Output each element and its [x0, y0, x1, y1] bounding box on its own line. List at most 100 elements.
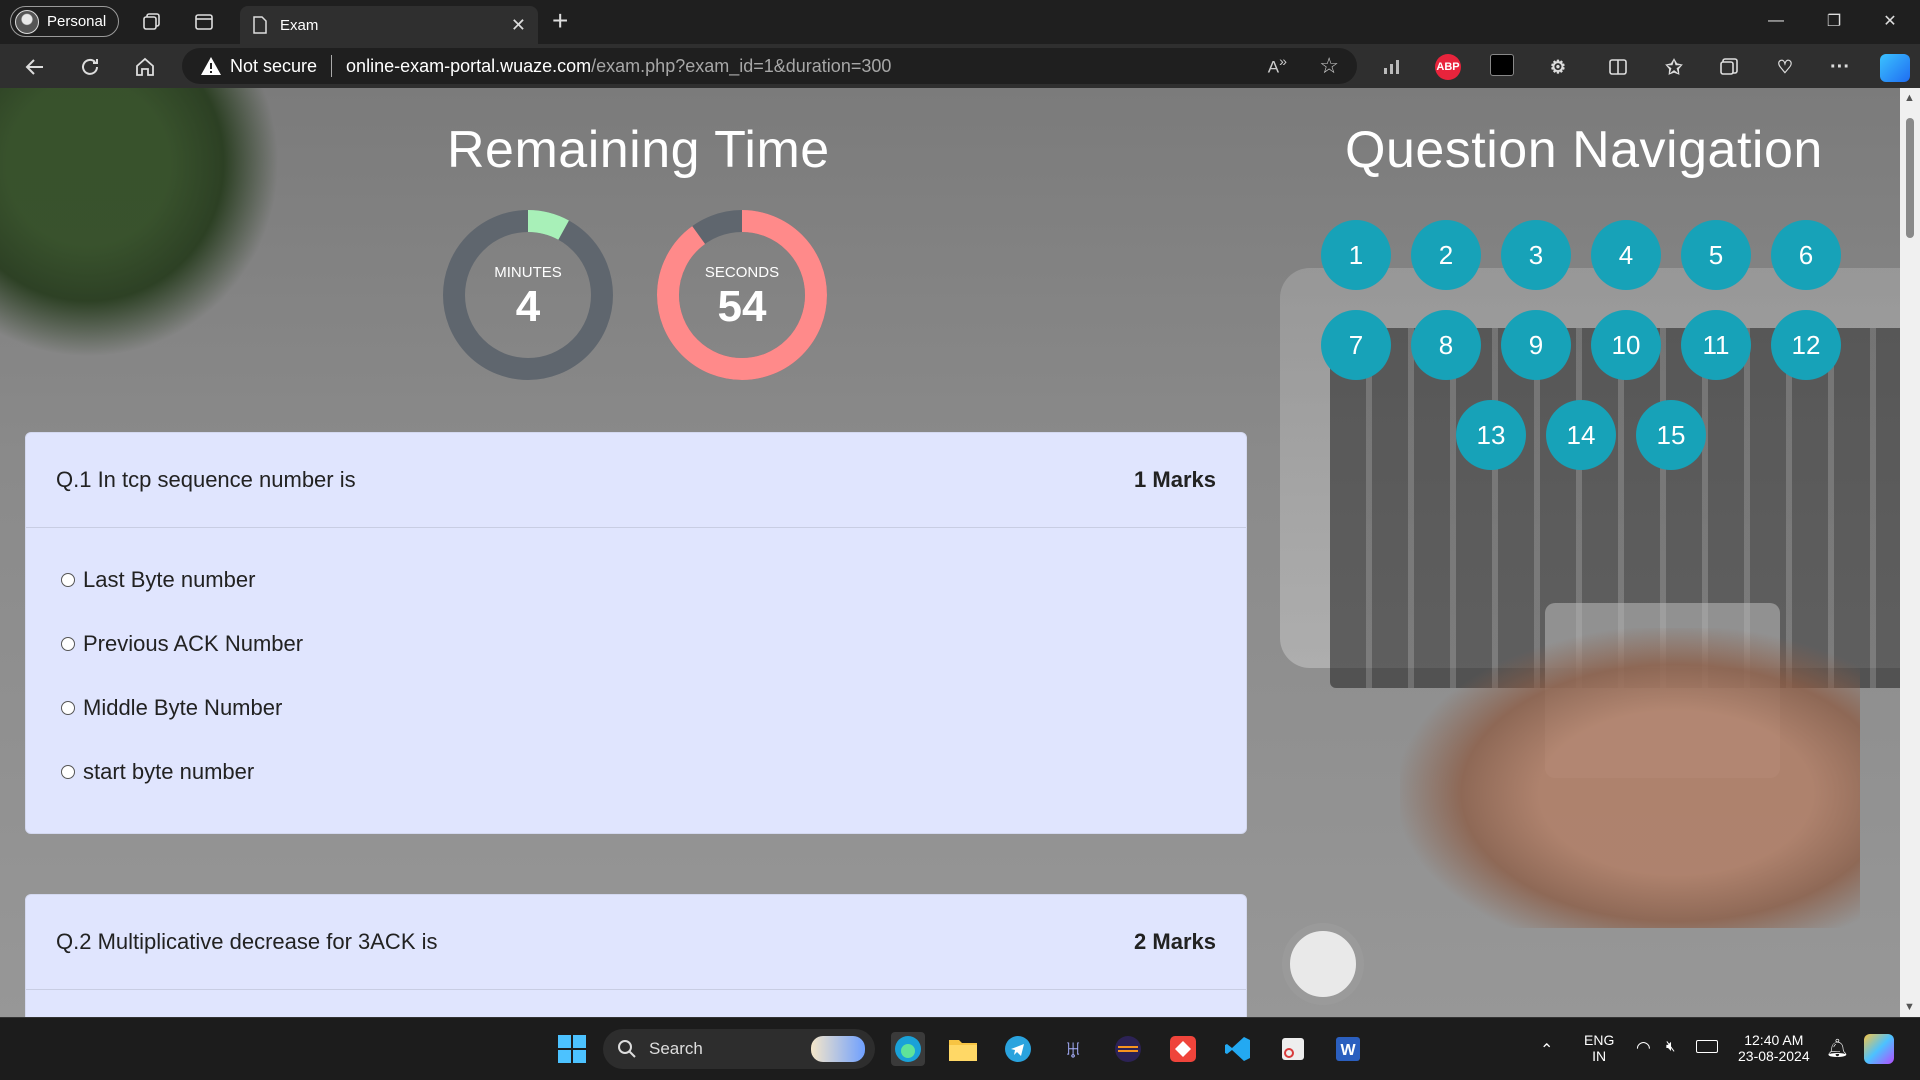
- question-text: Q.2 Multiplicative decrease for 3ACK is: [56, 929, 438, 954]
- radio-button[interactable]: [61, 701, 75, 715]
- question-nav-button-9[interactable]: 9: [1501, 310, 1571, 380]
- question-nav-button-7[interactable]: 7: [1321, 310, 1391, 380]
- close-tab-icon[interactable]: ✕: [511, 15, 526, 36]
- question-marks: 1 Marks: [1134, 467, 1216, 492]
- question-nav-button-5[interactable]: 5: [1681, 220, 1751, 290]
- vscode-icon[interactable]: [1221, 1032, 1255, 1066]
- background-hands: [1400, 628, 1860, 928]
- option-item[interactable]: Middle Byte Number: [26, 676, 1246, 740]
- word-icon[interactable]: W: [1331, 1032, 1365, 1066]
- back-icon[interactable]: [22, 54, 48, 80]
- extension-dark-icon[interactable]: [1490, 54, 1514, 76]
- snipping-tool-icon[interactable]: [1276, 1032, 1310, 1066]
- start-icon[interactable]: [555, 1032, 589, 1066]
- option-label: start byte number: [83, 759, 255, 784]
- page-scrollbar[interactable]: ▲ ▼: [1900, 88, 1920, 1017]
- page-icon: [253, 16, 267, 34]
- edge-icon[interactable]: [891, 1032, 925, 1066]
- clock-time: 12:40 AM: [1744, 1032, 1804, 1048]
- abp-icon[interactable]: ABP: [1435, 54, 1461, 80]
- question-nav-button-12[interactable]: 12: [1771, 310, 1841, 380]
- extensions-puzzle-icon[interactable]: ⚙: [1545, 54, 1571, 80]
- copilot-taskbar-icon[interactable]: [1864, 1034, 1894, 1064]
- radio-button[interactable]: [61, 637, 75, 651]
- option-label: Last Byte number: [83, 567, 256, 592]
- read-aloud-icon[interactable]: A»: [1268, 54, 1287, 78]
- question-nav-button-8[interactable]: 8: [1411, 310, 1481, 380]
- performance-icon[interactable]: [1380, 54, 1406, 80]
- eclipse-icon[interactable]: [1111, 1032, 1145, 1066]
- warning-icon: [201, 57, 221, 75]
- file-explorer-icon[interactable]: [946, 1032, 980, 1066]
- more-menu-icon[interactable]: ···: [1827, 54, 1853, 80]
- scroll-down-icon[interactable]: ▼: [1904, 1001, 1915, 1013]
- split-screen-icon[interactable]: [1605, 54, 1631, 80]
- collections-icon[interactable]: [1716, 54, 1742, 80]
- question-card-1: Q.1 In tcp sequence number is 1 Marks La…: [25, 432, 1247, 834]
- favorite-star-icon[interactable]: ☆: [1319, 53, 1339, 79]
- scroll-up-icon[interactable]: ▲: [1904, 92, 1915, 104]
- search-label: Search: [649, 1039, 703, 1058]
- workspaces-icon[interactable]: [140, 10, 164, 34]
- option-label: Previous ACK Number: [83, 631, 304, 656]
- clock[interactable]: 12:40 AM 23-08-2024: [1738, 1032, 1810, 1064]
- restore-button[interactable]: ❐: [1814, 8, 1854, 34]
- question-text: Q.1 In tcp sequence number is: [56, 467, 356, 492]
- option-item[interactable]: Last Byte number: [26, 548, 1246, 612]
- question-nav-button-15[interactable]: 15: [1636, 400, 1706, 470]
- profile-label: Personal: [47, 13, 107, 30]
- address-bar[interactable]: Not secure online-exam-portal.wuaze.com /…: [182, 48, 1357, 84]
- search-highlight-image: [811, 1036, 865, 1062]
- minutes-label: MINUTES: [494, 264, 562, 281]
- question-nav-button-3[interactable]: 3: [1501, 220, 1571, 290]
- option-item[interactable]: Previous ACK Number: [26, 612, 1246, 676]
- vertical-tabs-icon[interactable]: [192, 10, 216, 34]
- question-nav-button-6[interactable]: 6: [1771, 220, 1841, 290]
- browser-toolbar: Not secure online-exam-portal.wuaze.com /…: [0, 44, 1920, 88]
- scrollbar-thumb[interactable]: [1906, 118, 1914, 238]
- home-icon[interactable]: [132, 54, 158, 80]
- favorites-icon[interactable]: ✩: [1661, 54, 1687, 80]
- question-nav-button-2[interactable]: 2: [1411, 220, 1481, 290]
- question-nav-button-14[interactable]: 14: [1546, 400, 1616, 470]
- seconds-label: SECONDS: [704, 264, 780, 281]
- notification-bell-icon[interactable]: 🔔︎: [1826, 1038, 1849, 1059]
- volume-muted-icon[interactable]: 🔇︎: [1666, 1038, 1675, 1055]
- copilot-icon[interactable]: [1880, 54, 1910, 82]
- minutes-gauge: MINUTES 4: [441, 208, 615, 382]
- question-nav-button-10[interactable]: 10: [1591, 310, 1661, 380]
- minutes-value: 4: [515, 282, 541, 331]
- refresh-icon[interactable]: [77, 54, 103, 80]
- dev-tool-icon[interactable]: ♅: [1056, 1032, 1090, 1066]
- language-indicator[interactable]: ENG IN: [1584, 1032, 1614, 1064]
- battery-icon[interactable]: [1696, 1040, 1718, 1053]
- language-secondary: IN: [1592, 1048, 1607, 1064]
- question-nav-button-13[interactable]: 13: [1456, 400, 1526, 470]
- radio-button[interactable]: [61, 765, 75, 779]
- question-nav-button-4[interactable]: 4: [1591, 220, 1661, 290]
- close-window-button[interactable]: ✕: [1870, 8, 1910, 34]
- browser-tab-bar: Personal Exam ✕ + — ❐ ✕: [0, 0, 1920, 44]
- exam-page: Remaining Time MINUTES 4 SECONDS 54 Ques…: [0, 88, 1920, 1017]
- show-hidden-icons-icon[interactable]: ⌃: [1540, 1040, 1553, 1060]
- profile-button[interactable]: Personal: [10, 6, 120, 37]
- question-navigation-title: Question Navigation: [1345, 121, 1823, 179]
- question-marks: 2 Marks: [1134, 929, 1216, 954]
- question-nav-button-1[interactable]: 1: [1321, 220, 1391, 290]
- browser-essentials-icon[interactable]: ♡: [1772, 54, 1798, 80]
- telegram-icon[interactable]: [1001, 1032, 1035, 1066]
- anydesk-icon[interactable]: [1166, 1032, 1200, 1066]
- address-divider: [331, 55, 333, 77]
- radio-button[interactable]: [61, 573, 75, 587]
- question-nav-button-11[interactable]: 11: [1681, 310, 1751, 380]
- avatar: [15, 9, 39, 34]
- new-tab-button[interactable]: +: [552, 7, 568, 35]
- option-item[interactable]: start byte number: [26, 740, 1246, 804]
- taskbar-search[interactable]: Search: [603, 1029, 875, 1069]
- wifi-icon[interactable]: ◠: [1636, 1038, 1651, 1058]
- tab-exam[interactable]: Exam ✕: [240, 6, 538, 44]
- tab-title: Exam: [280, 16, 319, 34]
- question-card-2: Q.2 Multiplicative decrease for 3ACK is …: [25, 894, 1247, 1017]
- minimize-button[interactable]: —: [1756, 8, 1796, 34]
- option-label: Middle Byte Number: [83, 695, 283, 720]
